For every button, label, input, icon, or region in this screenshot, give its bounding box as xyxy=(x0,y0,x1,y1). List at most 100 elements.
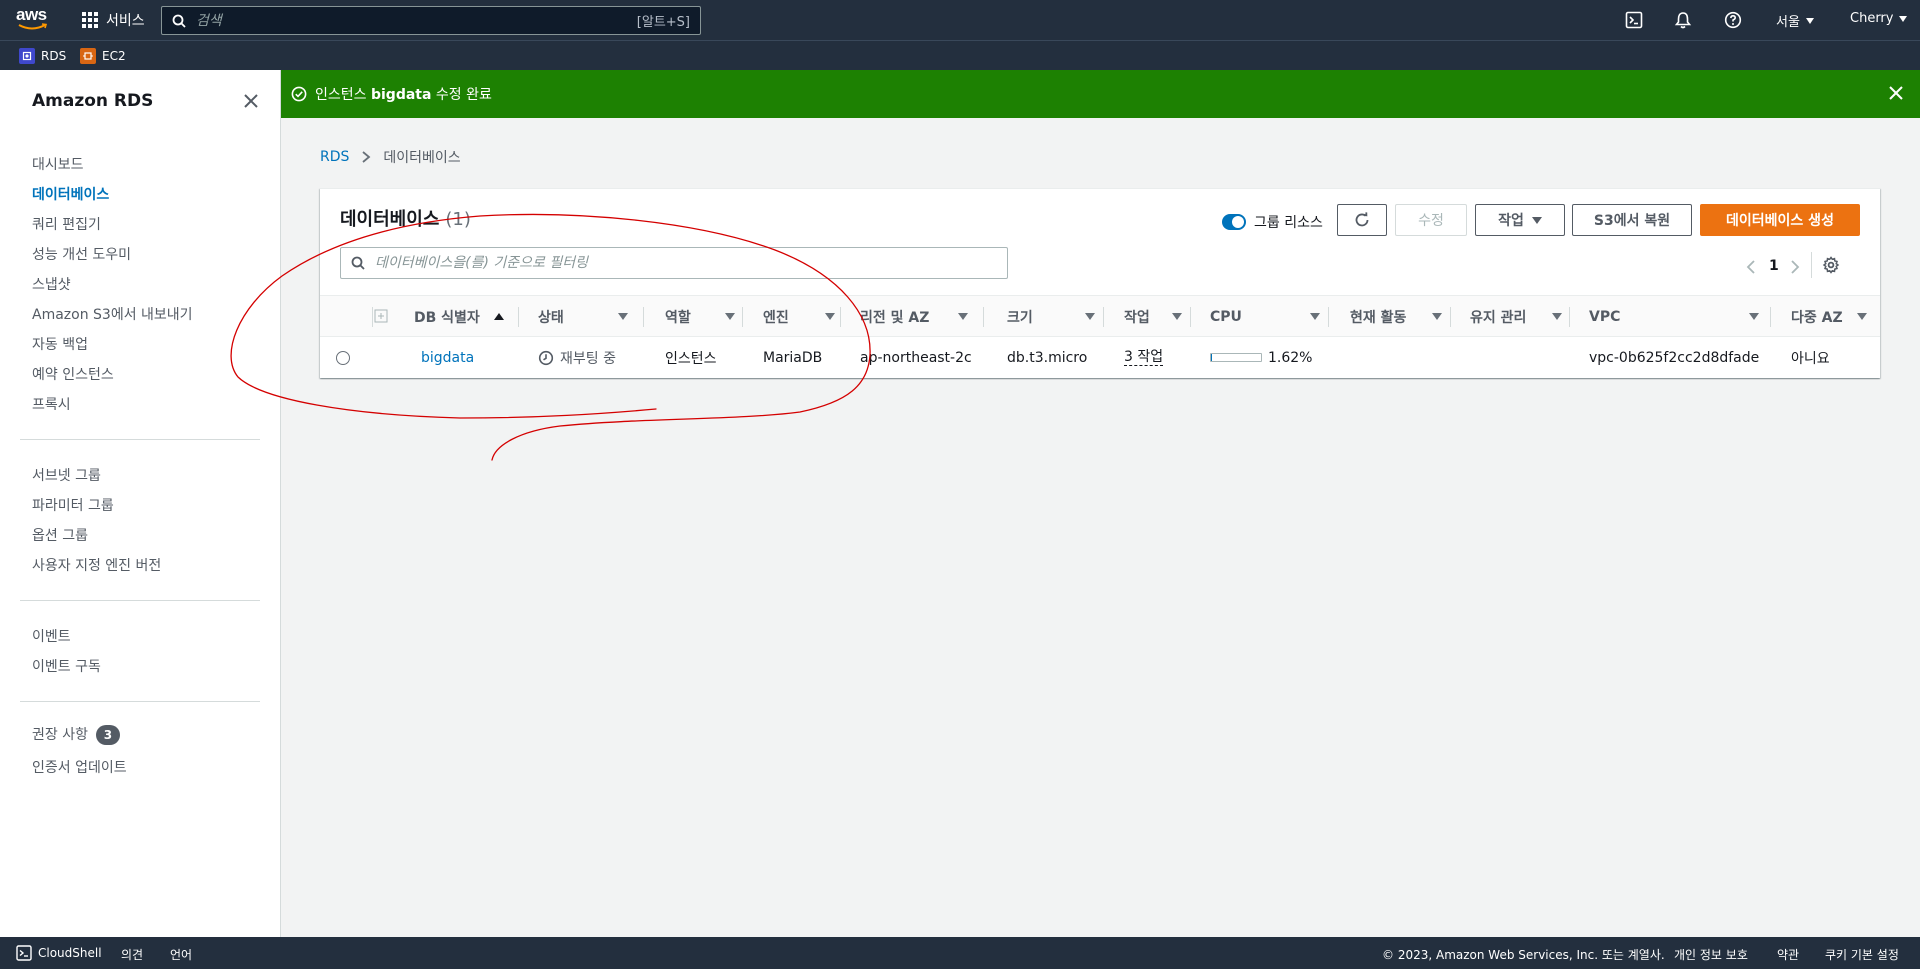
column-header-maintenance[interactable]: 유지 관리 xyxy=(1470,296,1564,338)
sidebar-item-snapshots[interactable]: 스냅샷 xyxy=(32,274,71,294)
footer-cloudshell-button[interactable]: CloudShell xyxy=(16,945,102,961)
column-label: 유지 관리 xyxy=(1470,310,1527,326)
column-header-db-identifier[interactable]: DB 식별자 xyxy=(414,296,506,338)
restore-from-s3-button[interactable]: S3에서 복원 xyxy=(1572,204,1692,236)
sort-icon xyxy=(1857,313,1867,320)
table-row[interactable]: bigdata 재부팅 중 인스턴스 MariaDB ap-northeast-… xyxy=(320,337,1880,378)
role-cell: 인스턴스 xyxy=(665,350,717,367)
sort-icon xyxy=(1172,313,1182,320)
column-header-current-activity[interactable]: 현재 활동 xyxy=(1350,296,1444,338)
pending-actions-link[interactable]: 3 작업 xyxy=(1124,349,1164,366)
toggle-switch[interactable] xyxy=(1222,214,1246,230)
account-menu[interactable]: Cherry xyxy=(1850,11,1908,26)
global-search-input[interactable] xyxy=(196,12,637,29)
region-selector[interactable]: 서울 xyxy=(1776,11,1814,30)
sidebar-item-query-editor[interactable]: 쿼리 편집기 xyxy=(32,214,101,234)
sidebar-item-reserved-instances[interactable]: 예약 인스턴스 xyxy=(32,364,114,384)
refresh-icon xyxy=(1355,212,1369,227)
search-icon xyxy=(351,256,365,270)
recommendations-count-badge: 3 xyxy=(95,725,120,745)
cpu-cell: 1.62% xyxy=(1210,337,1312,378)
table-header-bar: 데이터베이스 (1) 그룹 리소스 수정 작업 S3에서 복원 데이터베이스 생성 xyxy=(320,189,1880,295)
dismiss-flash-button[interactable] xyxy=(1888,85,1904,105)
close-sidebar-button[interactable] xyxy=(242,92,260,110)
column-header-vpc[interactable]: VPC xyxy=(1589,296,1761,338)
column-label: CPU xyxy=(1210,309,1242,325)
sidebar-item-recommendations[interactable]: 권장 사항 3 xyxy=(32,724,120,745)
aws-logo[interactable]: aws xyxy=(16,6,52,33)
footer-language-selector[interactable]: 언어 xyxy=(170,946,192,963)
current-page-number[interactable]: 1 xyxy=(1769,258,1779,274)
group-resources-toggle[interactable]: 그룹 리소스 xyxy=(1222,212,1323,232)
sidebar-item-label: 권장 사항 xyxy=(32,727,88,743)
footer-cookie-preferences-link[interactable]: 쿠키 기본 설정 xyxy=(1825,946,1899,963)
sidebar-item-dashboard[interactable]: 대시보드 xyxy=(32,154,84,174)
chevron-left-icon xyxy=(1746,260,1755,274)
sidebar-item-databases[interactable]: 데이터베이스 xyxy=(32,184,109,204)
sidebar-item-option-groups[interactable]: 옵션 그룹 xyxy=(32,525,88,545)
sidebar-item-custom-engine-versions[interactable]: 사용자 지정 엔진 버전 xyxy=(32,555,161,575)
footer-feedback-link[interactable]: 의견 xyxy=(121,946,143,963)
actions-dropdown-button[interactable]: 작업 xyxy=(1475,204,1565,236)
modify-button[interactable]: 수정 xyxy=(1395,204,1467,236)
global-search[interactable]: [알트+S] xyxy=(161,6,701,35)
sidebar-item-exports-s3[interactable]: Amazon S3에서 내보내기 xyxy=(32,304,193,324)
favorite-ec2[interactable]: EC2 xyxy=(80,48,126,64)
column-header-cpu[interactable]: CPU xyxy=(1210,296,1322,338)
engine-cell: MariaDB xyxy=(763,349,823,366)
actions-label: 작업 xyxy=(1498,213,1524,229)
footer-cloudshell-label: CloudShell xyxy=(38,946,102,960)
cloudshell-button[interactable] xyxy=(1624,10,1644,30)
column-header-multi-az[interactable]: 다중 AZ xyxy=(1791,296,1869,338)
column-header-role[interactable]: 역할 xyxy=(665,296,737,338)
favorite-ec2-label: EC2 xyxy=(102,49,126,63)
sidebar-item-event-subscriptions[interactable]: 이벤트 구독 xyxy=(32,656,101,676)
create-database-button[interactable]: 데이터베이스 생성 xyxy=(1700,204,1860,236)
sidebar-item-subnet-groups[interactable]: 서브넷 그룹 xyxy=(32,465,101,485)
database-filter[interactable] xyxy=(340,247,1008,279)
notifications-button[interactable] xyxy=(1673,10,1693,30)
db-identifier-link[interactable]: bigdata xyxy=(421,337,474,378)
column-divider xyxy=(643,307,644,327)
sidebar-item-parameter-groups[interactable]: 파라미터 그룹 xyxy=(32,495,114,515)
sort-icon xyxy=(825,313,835,320)
footer-privacy-link[interactable]: 개인 정보 보호 xyxy=(1674,946,1748,963)
table-preferences-button[interactable] xyxy=(1822,256,1840,278)
breadcrumb-rds-link[interactable]: RDS xyxy=(320,149,349,165)
footer-terms-link[interactable]: 약관 xyxy=(1777,946,1799,963)
table-header-row: DB 식별자 상태 역할 엔진 리전 및 AZ 크기 작업 CPU 현재 활동 … xyxy=(320,295,1880,337)
column-header-region-az[interactable]: 리전 및 AZ xyxy=(860,296,970,338)
column-header-engine[interactable]: 엔진 xyxy=(763,296,835,338)
grid-icon xyxy=(82,12,98,28)
flash-message-suffix: 수정 완료 xyxy=(431,87,492,103)
services-menu-button[interactable]: 서비스 xyxy=(82,10,145,30)
status-text: 재부팅 중 xyxy=(560,350,616,367)
breadcrumb: RDS 데이터베이스 xyxy=(320,147,461,167)
console-footer: CloudShell 의견 언어 © 2023, Amazon Web Serv… xyxy=(0,937,1920,969)
row-select-radio[interactable] xyxy=(336,350,350,365)
sidebar-item-automated-backups[interactable]: 자동 백업 xyxy=(32,334,88,354)
expand-all-button[interactable] xyxy=(374,309,388,327)
sidebar-item-events[interactable]: 이벤트 xyxy=(32,626,71,646)
sidebar-item-proxies[interactable]: 프록시 xyxy=(32,394,71,414)
sidebar-item-performance-insights[interactable]: 성능 개선 도우미 xyxy=(32,244,131,264)
column-divider xyxy=(1569,307,1570,327)
next-page-button[interactable] xyxy=(1790,259,1800,279)
column-header-actions[interactable]: 작업 xyxy=(1124,296,1184,338)
sort-icon xyxy=(725,313,735,320)
column-label: 다중 AZ xyxy=(1791,310,1843,326)
favorite-rds[interactable]: RDS xyxy=(19,48,66,64)
previous-page-button[interactable] xyxy=(1746,259,1756,279)
column-header-size[interactable]: 크기 xyxy=(1007,296,1097,338)
refresh-button[interactable] xyxy=(1337,204,1387,236)
column-header-status[interactable]: 상태 xyxy=(538,296,630,338)
sidebar-item-certificate-update[interactable]: 인증서 업데이트 xyxy=(32,757,127,777)
top-navigation: aws 서비스 [알트+S] xyxy=(0,0,1920,40)
chevron-right-icon xyxy=(362,151,371,163)
help-button[interactable] xyxy=(1723,10,1743,30)
favorite-rds-label: RDS xyxy=(41,49,67,63)
row-select-radio-cell xyxy=(336,337,350,378)
database-filter-input[interactable] xyxy=(375,255,1007,271)
cpu-usage-fill xyxy=(1211,354,1212,361)
column-label: DB 식별자 xyxy=(414,310,480,326)
